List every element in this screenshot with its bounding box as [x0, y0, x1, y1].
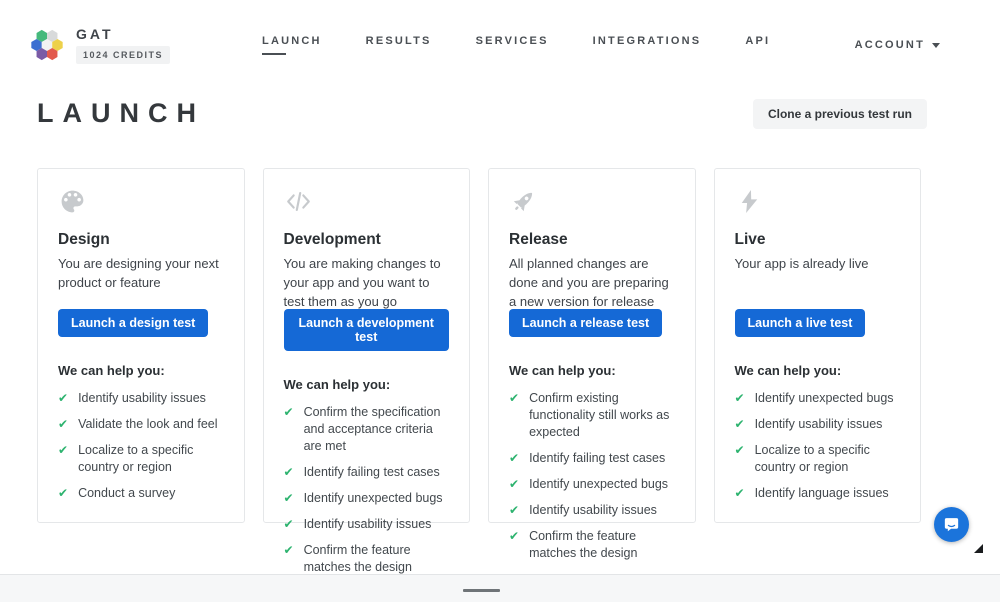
nav-item-launch[interactable]: LAUNCH: [262, 35, 322, 55]
nav-item-integrations[interactable]: INTEGRATIONS: [593, 35, 702, 55]
list-item: Confirm the feature matches the design: [284, 542, 450, 576]
list-item: Identify failing test cases: [284, 464, 450, 481]
nav-item-api[interactable]: API: [745, 35, 770, 55]
card-release: Release All planned changes are done and…: [488, 168, 696, 523]
help-list: Identify unexpected bugs Identify usabil…: [735, 390, 901, 502]
list-item: Validate the look and feel: [58, 416, 224, 433]
help-heading: We can help you:: [58, 363, 224, 378]
check-icon: [284, 516, 294, 533]
help-heading: We can help you:: [509, 363, 675, 378]
list-item: Confirm existing functionality still wor…: [509, 390, 675, 441]
nav-item-results[interactable]: RESULTS: [366, 35, 432, 55]
check-icon: [735, 442, 745, 476]
launch-design-test-button[interactable]: Launch a design test: [58, 309, 208, 337]
list-item: Identify unexpected bugs: [509, 476, 675, 493]
check-icon: [735, 416, 745, 433]
launch-release-test-button[interactable]: Launch a release test: [509, 309, 662, 337]
help-list: Identify usability issues Validate the l…: [58, 390, 224, 502]
card-development: Development You are making changes to yo…: [263, 168, 471, 523]
list-item: Identify language issues: [735, 485, 901, 502]
card-title: Design: [58, 231, 224, 249]
check-icon: [284, 404, 294, 455]
help-heading: We can help you:: [284, 377, 450, 392]
card-description: All planned changes are done and you are…: [509, 254, 675, 311]
help-heading: We can help you:: [735, 363, 901, 378]
list-item: Conduct a survey: [58, 485, 224, 502]
list-item: Confirm the feature matches the design: [509, 528, 675, 562]
list-item: Localize to a specific country or region: [58, 442, 224, 476]
launch-development-test-button[interactable]: Launch a development test: [284, 309, 450, 351]
list-item: Identify usability issues: [58, 390, 224, 407]
scrollbar-grip[interactable]: [463, 589, 500, 592]
top-navigation-bar: GAT 1024 CREDITS LAUNCH RESULTS SERVICES…: [0, 0, 1000, 84]
page-header-row: LAUNCH Clone a previous test run: [37, 98, 921, 129]
rocket-icon: [509, 187, 675, 216]
list-item: Localize to a specific country or region: [735, 442, 901, 476]
clone-previous-test-run-button[interactable]: Clone a previous test run: [753, 99, 927, 129]
palette-icon: [58, 187, 224, 216]
test-type-cards: Design You are designing your next produ…: [37, 168, 921, 523]
card-description: Your app is already live: [735, 254, 901, 273]
chevron-down-icon: [932, 43, 940, 48]
check-icon: [509, 528, 519, 562]
code-icon: [284, 187, 450, 216]
card-title: Development: [284, 231, 450, 249]
list-item: Identify usability issues: [735, 416, 901, 433]
check-icon: [509, 390, 519, 441]
bolt-icon: [735, 187, 901, 216]
credits-badge: 1024 CREDITS: [76, 46, 170, 64]
list-item: Identify usability issues: [509, 502, 675, 519]
check-icon: [58, 390, 68, 407]
nav-item-services[interactable]: SERVICES: [476, 35, 549, 55]
check-icon: [509, 502, 519, 519]
card-description: You are making changes to your app and y…: [284, 254, 450, 311]
chat-widget-button[interactable]: [934, 507, 969, 542]
page-title: LAUNCH: [37, 98, 205, 129]
check-icon: [735, 390, 745, 407]
launch-live-test-button[interactable]: Launch a live test: [735, 309, 866, 337]
list-item: Identify unexpected bugs: [284, 490, 450, 507]
check-icon: [735, 485, 745, 502]
list-item: Identify unexpected bugs: [735, 390, 901, 407]
check-icon: [509, 450, 519, 467]
resize-corner-handle[interactable]: [974, 544, 983, 553]
check-icon: [284, 490, 294, 507]
list-item: Identify usability issues: [284, 516, 450, 533]
check-icon: [58, 442, 68, 476]
check-icon: [58, 485, 68, 502]
page-content: LAUNCH Clone a previous test run Design …: [37, 98, 921, 523]
card-title: Live: [735, 231, 901, 249]
account-label: ACCOUNT: [855, 39, 925, 51]
chat-messenger-icon: [943, 516, 960, 533]
card-live: Live Your app is already live Launch a l…: [714, 168, 922, 523]
check-icon: [284, 542, 294, 576]
card-title: Release: [509, 231, 675, 249]
check-icon: [284, 464, 294, 481]
help-list: Confirm the specification and acceptance…: [284, 404, 450, 576]
gat-hexagon-logo-icon: [28, 26, 66, 64]
bottom-bar: [0, 574, 1000, 602]
check-icon: [58, 416, 68, 433]
brand-name: GAT: [76, 26, 114, 42]
card-design: Design You are designing your next produ…: [37, 168, 245, 523]
card-description: You are designing your next product or f…: [58, 254, 224, 292]
help-list: Confirm existing functionality still wor…: [509, 390, 675, 562]
list-item: Confirm the specification and acceptance…: [284, 404, 450, 455]
brand-logo[interactable]: GAT 1024 CREDITS: [28, 26, 170, 64]
check-icon: [509, 476, 519, 493]
list-item: Identify failing test cases: [509, 450, 675, 467]
main-nav: LAUNCH RESULTS SERVICES INTEGRATIONS API: [262, 35, 770, 55]
account-menu[interactable]: ACCOUNT: [855, 39, 940, 51]
